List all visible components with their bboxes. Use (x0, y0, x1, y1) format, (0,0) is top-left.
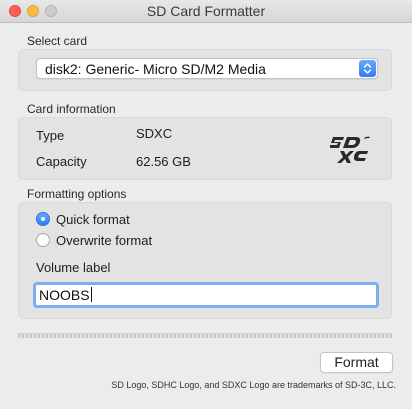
sdxc-logo-icon (330, 136, 370, 163)
card-select-dropdown[interactable]: disk2: Generic- Micro SD/M2 Media (36, 58, 378, 79)
type-value: SDXC (136, 126, 173, 141)
card-select-value: disk2: Generic- Micro SD/M2 Media (45, 61, 266, 77)
quick-format-radio[interactable] (36, 212, 50, 226)
section-divider (18, 333, 392, 338)
quick-format-label[interactable]: Quick format (56, 212, 130, 227)
card-information-heading: Card information (27, 102, 116, 116)
trademark-notice: SD Logo, SDHC Logo, and SDXC Logo are tr… (111, 380, 396, 390)
overwrite-format-label[interactable]: Overwrite format (56, 233, 152, 248)
select-card-heading: Select card (27, 34, 88, 48)
formatting-options-heading: Formatting options (27, 187, 127, 201)
overwrite-format-option[interactable]: Overwrite format (36, 231, 152, 249)
capacity-label: Capacity (36, 154, 87, 169)
format-button[interactable]: Format (320, 352, 393, 373)
updown-chevron-icon[interactable] (359, 60, 376, 77)
overwrite-format-radio[interactable] (36, 233, 50, 247)
title-bar: SD Card Formatter (0, 0, 412, 23)
volume-label-input[interactable]: NOOBS (33, 282, 379, 308)
type-label: Type (36, 128, 65, 143)
capacity-value: 62.56 GB (136, 154, 191, 169)
volume-label-value: NOOBS (39, 287, 90, 303)
quick-format-option[interactable]: Quick format (36, 210, 130, 228)
text-caret (90, 287, 92, 302)
window-title: SD Card Formatter (146, 3, 266, 19)
volume-label-heading: Volume label (36, 260, 111, 275)
